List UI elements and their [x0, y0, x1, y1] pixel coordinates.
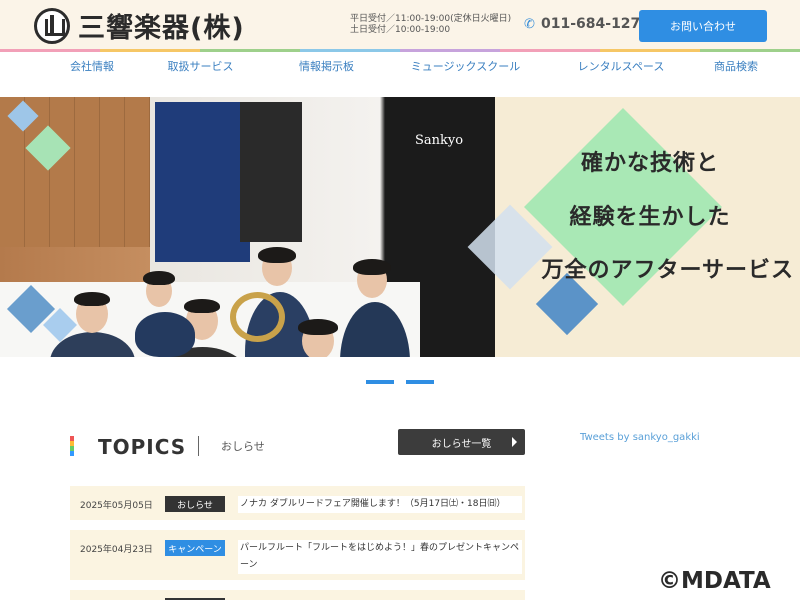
site-logo[interactable]: 三響楽器(株) [34, 6, 245, 45]
photo-person-hair [258, 247, 296, 263]
photo-horn [230, 292, 285, 342]
page: 三響楽器(株) 平日受付／11:00-19:00(定休日火曜日) 土日受付／10… [0, 0, 800, 600]
nav-item[interactable]: レンタルスペース [547, 52, 695, 80]
hero-headline-2: 経験を生かした [569, 205, 731, 230]
topics-title: TOPICS [98, 435, 187, 459]
twitter-timeline-link[interactable]: Tweets by sankyo_gakki [580, 432, 700, 443]
photo-person-hair [74, 292, 110, 306]
photo-person-hair [298, 319, 338, 335]
topics-list-label: おしらせ一覧 [431, 438, 492, 450]
phone-link[interactable]: ✆ 011-684-1276 [524, 16, 650, 32]
carousel-dot[interactable] [366, 380, 394, 384]
hero-photo: Sankyo [0, 97, 495, 357]
hero-slider[interactable]: Sankyo 確かな技術と 経験を生かした 万全のアフターサービス [0, 97, 800, 357]
phone-number: 011-684-1276 [541, 16, 651, 32]
list-item[interactable]: 2025年04月23日 キャンペーン パールフルート「フルートをはじめよう！」春のプ… [70, 530, 525, 580]
news-title-link[interactable]: パールフルート「フルートをはじめよう！」春のプレゼントキャンペーン [238, 540, 522, 574]
contact-button[interactable]: お問い合わせ [639, 10, 767, 42]
news-date: 2025年04月23日 [80, 545, 153, 555]
list-item [70, 590, 525, 600]
news-category-badge: おしらせ [165, 496, 225, 512]
hero-headline-1: 確かな技術と [580, 151, 719, 176]
watermark: ©MDATA [658, 568, 771, 594]
main-nav: 会社情報 取扱サービス 情報掲示板 ミュージックスクール レンタルスペース 商品検索 [0, 52, 800, 80]
topics-list-button[interactable]: おしらせ一覧 [398, 429, 525, 455]
nav-item[interactable]: 情報掲示板 [269, 52, 384, 80]
topics-subtitle: おしらせ [221, 440, 265, 453]
logo-icon [34, 7, 70, 44]
photo-person [135, 312, 195, 357]
photo-person-hair [353, 259, 391, 275]
news-title-link[interactable]: ノナカ ダブルリードフェア開催します！（5月17日㈯・18日㈰） [238, 496, 522, 513]
arrow-right-icon [512, 437, 517, 447]
carousel-dots [366, 380, 434, 384]
topics-accent-bar [70, 436, 74, 456]
logo-text: 三響楽器(株) [78, 13, 245, 44]
nav-item[interactable]: 商品検索 [695, 52, 777, 80]
carousel-dot[interactable] [406, 380, 434, 384]
site-header: 三響楽器(株) 平日受付／11:00-19:00(定休日火曜日) 土日受付／10… [0, 0, 800, 50]
hours-weekend: 土日受付／10:00-19:00 [350, 25, 451, 35]
photo-banner [155, 102, 250, 262]
phone-icon: ✆ [524, 16, 535, 32]
hero-headline-3: 万全のアフターサービス [541, 258, 794, 283]
nav-item[interactable]: 会社情報 [52, 52, 132, 80]
list-item[interactable]: 2025年05月05日 おしらせ ノナカ ダブルリードフェア開催します！（5月17日… [70, 486, 525, 520]
hours-weekday: 平日受付／11:00-19:00(定休日火曜日) [350, 14, 512, 24]
nav-item[interactable]: ミュージックスクール [384, 52, 547, 80]
photo-person-hair [143, 271, 175, 285]
business-hours: 平日受付／11:00-19:00(定休日火曜日) 土日受付／10:00-19:0… [350, 14, 511, 36]
news-category-badge: キャンペーン [165, 540, 225, 556]
photo-sign-text: Sankyo [415, 133, 464, 148]
news-date: 2025年05月05日 [80, 501, 153, 511]
photo-poster [240, 102, 302, 242]
nav-item[interactable]: 取扱サービス [132, 52, 269, 80]
photo-person-hair [184, 299, 220, 313]
topics-divider [198, 436, 199, 456]
